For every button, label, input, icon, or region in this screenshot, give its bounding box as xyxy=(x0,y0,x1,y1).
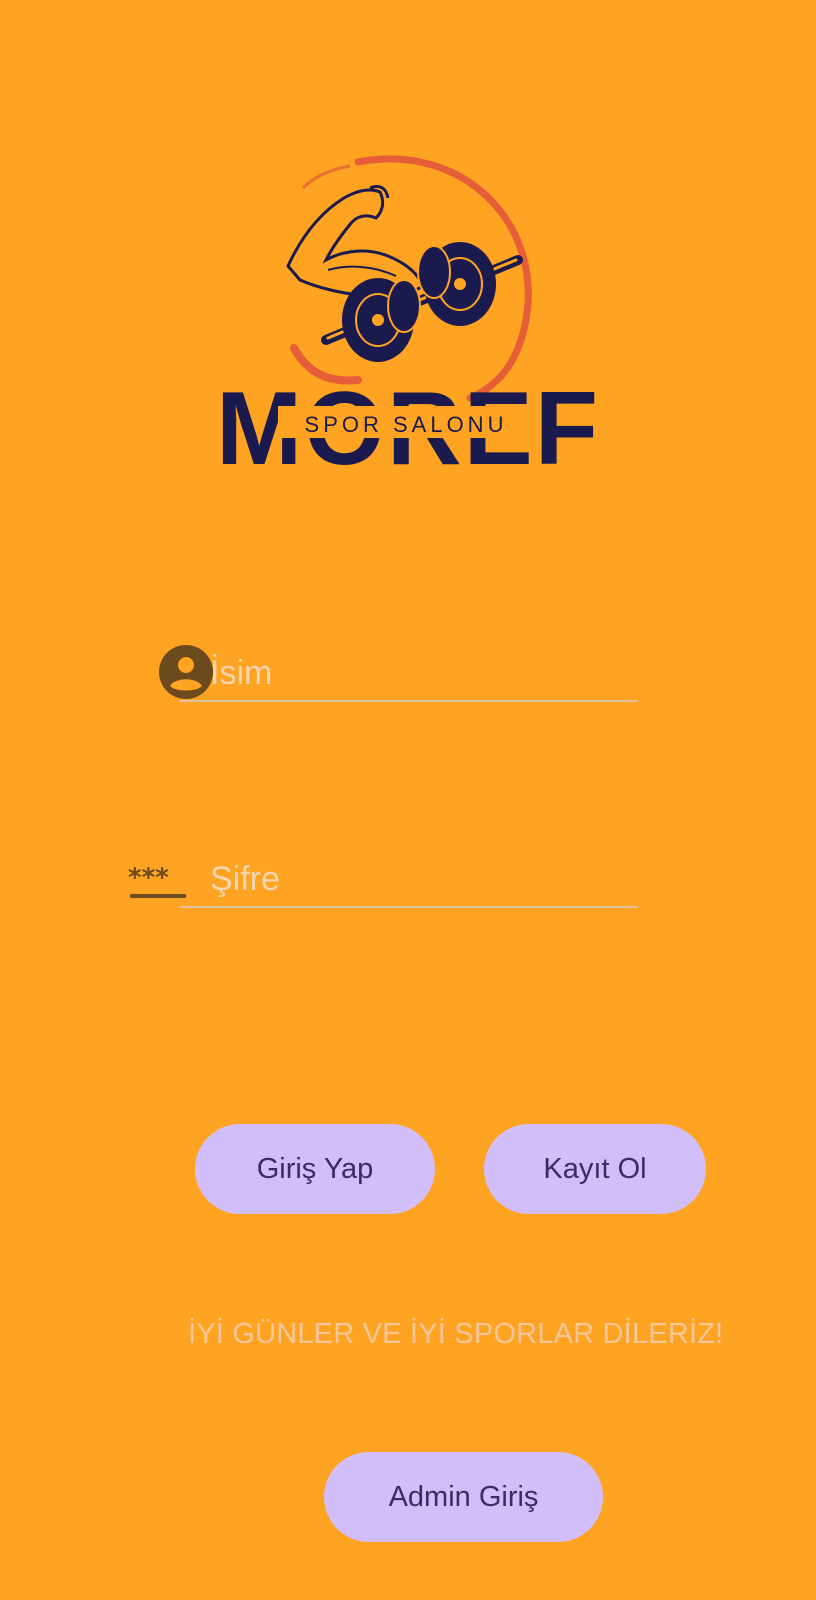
username-field xyxy=(180,646,638,702)
password-icon: *** xyxy=(128,863,192,904)
svg-text:***: *** xyxy=(128,864,169,893)
signup-button[interactable]: Kayıt Ol xyxy=(484,1124,706,1214)
password-field xyxy=(180,852,638,908)
password-input[interactable] xyxy=(180,852,638,906)
admin-login-button[interactable]: Admin Giriş xyxy=(324,1452,603,1542)
password-underline xyxy=(180,906,638,908)
greeting-message: İYİ GÜNLER VE İYİ SPORLAR DİLERİZ! xyxy=(188,1318,724,1350)
login-button[interactable]: Giriş Yap xyxy=(195,1124,435,1214)
logo-subtitle: SPOR SALONU xyxy=(305,412,508,437)
person-circle-icon xyxy=(158,644,214,700)
username-input[interactable] xyxy=(180,646,638,700)
username-underline xyxy=(180,700,638,702)
gym-logo: MOREF SPOR SALONU xyxy=(208,148,608,488)
